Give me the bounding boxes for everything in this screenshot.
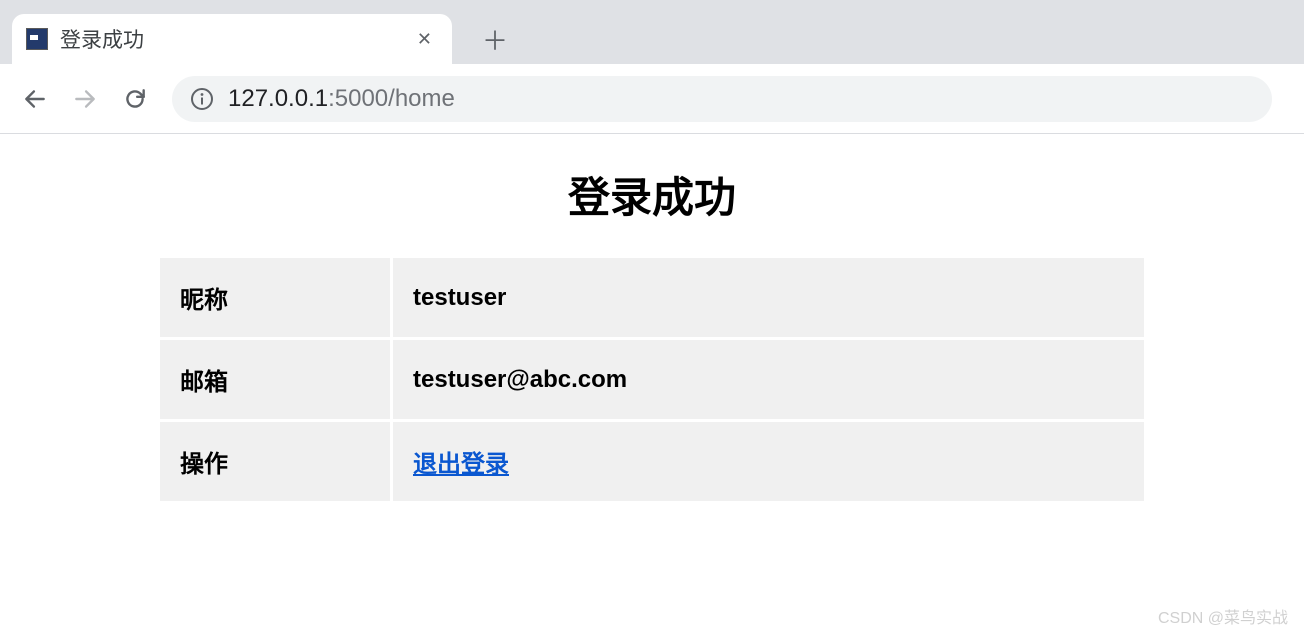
user-info-table: 昵称 testuser 邮箱 testuser@abc.com 操作 退出登录	[157, 255, 1147, 504]
table-row: 邮箱 testuser@abc.com	[160, 340, 1144, 419]
table-row: 昵称 testuser	[160, 258, 1144, 337]
url-port: :5000	[328, 85, 388, 112]
tab-title: 登录成功	[60, 24, 399, 54]
tab-strip: 登录成功 ✕ ＋	[0, 0, 1304, 64]
watermark: CSDN @菜鸟实战	[1158, 604, 1288, 628]
email-label: 邮箱	[160, 340, 390, 419]
action-cell: 退出登录	[393, 422, 1144, 501]
browser-tab[interactable]: 登录成功 ✕	[12, 14, 452, 64]
page-title: 登录成功	[0, 164, 1304, 225]
reload-icon	[122, 86, 148, 112]
url-text: 127.0.0.1:5000/home	[228, 85, 455, 113]
email-value: testuser@abc.com	[393, 340, 1144, 419]
reload-button[interactable]	[114, 78, 156, 120]
nickname-label: 昵称	[160, 258, 390, 337]
url-path: /home	[388, 85, 455, 112]
new-tab-button[interactable]: ＋	[474, 18, 516, 60]
address-bar[interactable]: 127.0.0.1:5000/home	[172, 76, 1272, 122]
table-row: 操作 退出登录	[160, 422, 1144, 501]
nickname-value: testuser	[393, 258, 1144, 337]
page-content: 登录成功 昵称 testuser 邮箱 testuser@abc.com 操作 …	[0, 134, 1304, 504]
arrow-right-icon	[72, 86, 98, 112]
logout-link[interactable]: 退出登录	[413, 451, 509, 478]
browser-toolbar: 127.0.0.1:5000/home	[0, 64, 1304, 134]
close-icon[interactable]: ✕	[411, 25, 438, 54]
forward-button[interactable]	[64, 78, 106, 120]
arrow-left-icon	[22, 86, 48, 112]
back-button[interactable]	[14, 78, 56, 120]
action-label: 操作	[160, 422, 390, 501]
site-info-icon[interactable]	[190, 87, 214, 111]
favicon-icon	[26, 28, 48, 50]
url-host: 127.0.0.1	[228, 85, 328, 112]
